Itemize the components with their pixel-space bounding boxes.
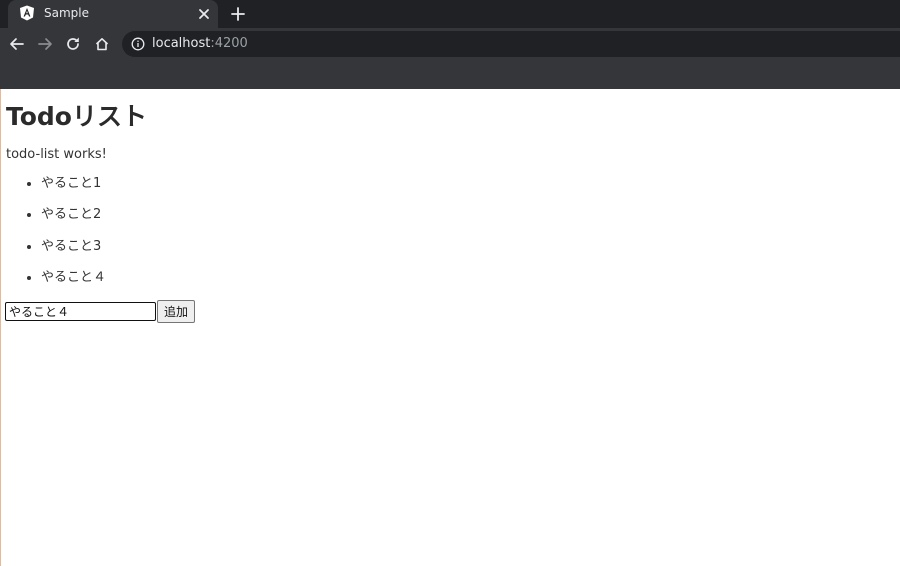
page-content: Todoリスト todo-list works! やること1 やること2 やるこ… (0, 89, 900, 566)
bookmarks-bar (0, 60, 900, 89)
url-host: localhost (152, 36, 211, 51)
browser-toolbar: localhost:4200 (0, 28, 900, 60)
tab-title: Sample (44, 6, 89, 20)
address-bar[interactable]: localhost:4200 (122, 31, 900, 57)
add-button[interactable]: 追加 (157, 300, 195, 323)
todo-item: やること3 (41, 238, 106, 269)
url-port: :4200 (210, 36, 248, 51)
forward-arrow-icon[interactable] (37, 36, 53, 52)
todo-input[interactable] (5, 302, 156, 321)
new-tab-icon[interactable] (228, 4, 248, 24)
todo-item: やること2 (41, 206, 106, 237)
tab-strip: Sample (0, 0, 900, 28)
angular-icon (20, 5, 34, 21)
info-icon[interactable] (131, 37, 145, 51)
back-arrow-icon[interactable] (9, 36, 25, 52)
close-icon[interactable] (196, 6, 212, 22)
home-icon[interactable] (94, 36, 110, 52)
reload-icon[interactable] (65, 36, 81, 52)
browser-tab[interactable]: Sample (8, 0, 218, 28)
url-text: localhost:4200 (152, 36, 248, 51)
todo-item: やること1 (41, 175, 106, 206)
browser-window: Sample localhost:4200 Todoリスト todo-list … (0, 0, 900, 566)
todo-list: やること1 やること2 やること3 やること４ (1, 175, 106, 300)
page-title: Todoリスト (6, 102, 147, 131)
component-status-text: todo-list works! (6, 147, 107, 162)
todo-item: やること４ (41, 269, 106, 300)
